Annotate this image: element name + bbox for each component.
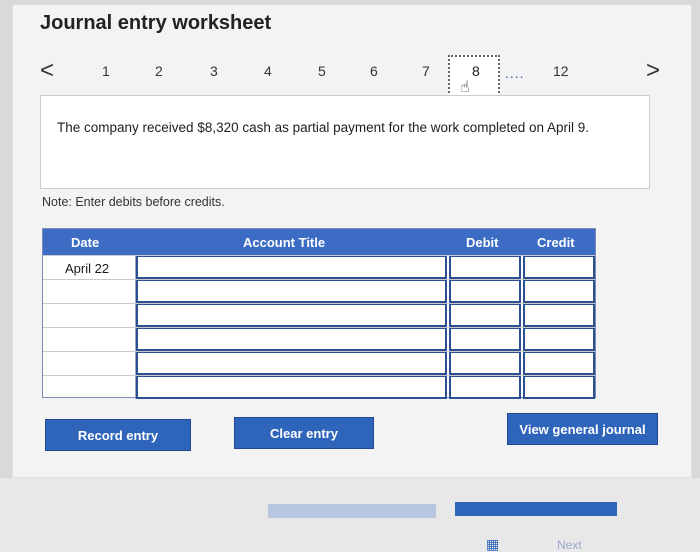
grid-icon[interactable]: ▦	[486, 536, 500, 552]
debit-input[interactable]	[449, 256, 521, 279]
page-4[interactable]: 4	[264, 63, 272, 79]
header-credit: Credit	[537, 235, 575, 250]
credit-input[interactable]	[523, 256, 595, 279]
page-7[interactable]: 7	[422, 63, 430, 79]
date-cell	[43, 304, 136, 327]
header-date: Date	[71, 235, 100, 250]
account-title-input[interactable]	[136, 304, 447, 327]
next-arrow-icon[interactable]: >	[646, 57, 660, 85]
footer-bar-right	[455, 502, 617, 516]
date-cell: April 22	[43, 256, 136, 279]
date-cell	[43, 376, 136, 399]
page-6[interactable]: 6	[370, 63, 378, 79]
page-12[interactable]: 12	[553, 63, 569, 79]
table-header: Date Account Title Debit Credit	[43, 229, 595, 256]
debit-input[interactable]	[449, 280, 521, 303]
view-general-journal-button[interactable]: View general journal	[507, 413, 658, 445]
debit-input[interactable]	[449, 376, 521, 399]
date-cell	[43, 328, 136, 351]
table-row	[43, 327, 595, 351]
table-row	[43, 279, 595, 303]
credit-input[interactable]	[523, 304, 595, 327]
page-2[interactable]: 2	[155, 63, 163, 79]
header-account-title: Account Title	[243, 235, 326, 250]
credit-input[interactable]	[523, 376, 595, 399]
footer-bar-left	[268, 504, 436, 518]
page-8-label: 8	[472, 63, 480, 79]
pager-ellipsis: ....	[505, 65, 525, 81]
date-cell	[43, 280, 136, 303]
next-link[interactable]: Next	[557, 538, 582, 552]
credit-input[interactable]	[523, 352, 595, 375]
account-title-input[interactable]	[136, 256, 447, 279]
clear-entry-button[interactable]: Clear entry	[234, 417, 374, 449]
table-row: April 22	[43, 255, 595, 279]
page-1[interactable]: 1	[102, 63, 110, 79]
pager: < 1 2 3 4 5 6 7 8 ☝ .... 12 >	[28, 55, 668, 101]
account-title-input[interactable]	[136, 352, 447, 375]
account-title-input[interactable]	[136, 376, 447, 399]
debit-input[interactable]	[449, 352, 521, 375]
credit-input[interactable]	[523, 280, 595, 303]
table-row	[43, 303, 595, 327]
page-3[interactable]: 3	[210, 63, 218, 79]
transaction-description: The company received $8,320 cash as part…	[40, 95, 650, 189]
page-5[interactable]: 5	[318, 63, 326, 79]
debit-input[interactable]	[449, 304, 521, 327]
account-title-input[interactable]	[136, 280, 447, 303]
page-title: Journal entry worksheet	[40, 12, 272, 34]
prev-arrow-icon[interactable]: <	[40, 57, 54, 85]
table-row	[43, 351, 595, 375]
account-title-input[interactable]	[136, 328, 447, 351]
note-text: Note: Enter debits before credits.	[42, 195, 225, 209]
header-debit: Debit	[466, 235, 499, 250]
debit-input[interactable]	[449, 328, 521, 351]
hand-pointer-icon: ☝	[460, 79, 470, 96]
record-entry-button[interactable]: Record entry	[45, 419, 191, 451]
date-cell	[43, 352, 136, 375]
journal-table: Date Account Title Debit Credit April 22	[42, 228, 596, 399]
table-row	[43, 375, 595, 399]
credit-input[interactable]	[523, 328, 595, 351]
